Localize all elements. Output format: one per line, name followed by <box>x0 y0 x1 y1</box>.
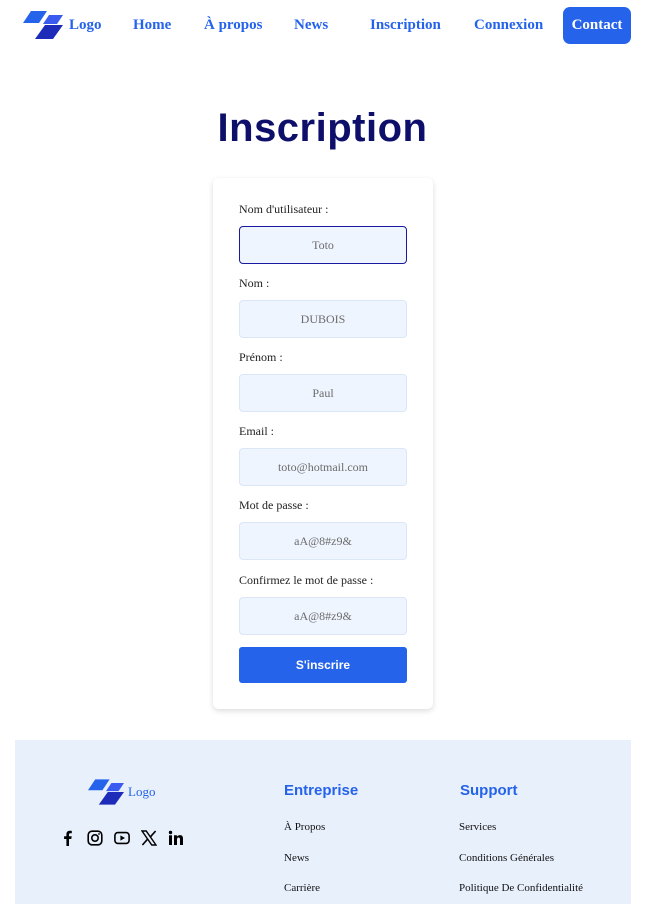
linkedin-icon[interactable] <box>168 830 184 846</box>
contact-button[interactable]: Contact <box>563 7 631 44</box>
password-input[interactable] <box>239 522 407 560</box>
x-icon[interactable] <box>141 830 157 846</box>
footer-link-careers[interactable]: Carrière <box>284 882 320 894</box>
username-label: Nom d'utilisateur : <box>239 202 329 216</box>
email-input[interactable] <box>239 448 407 486</box>
site-header: Logo Home À propos News Inscription Conn… <box>0 0 645 52</box>
footer-link-news[interactable]: News <box>284 852 309 864</box>
confirm-password-input[interactable] <box>239 597 407 635</box>
logo-text: Logo <box>69 16 102 33</box>
footer-link-privacy[interactable]: Politique De Confidentialité <box>459 882 583 894</box>
logo-link[interactable]: Logo <box>23 11 102 39</box>
lastname-input[interactable] <box>239 300 407 338</box>
nav-home[interactable]: Home <box>133 17 171 34</box>
username-input[interactable] <box>239 226 407 264</box>
instagram-icon[interactable] <box>87 830 103 846</box>
site-footer: Logo Entreprise À Propos News Carrière S… <box>15 740 631 904</box>
firstname-label: Prénom : <box>239 350 283 364</box>
nav-signup[interactable]: Inscription <box>370 17 441 34</box>
password-label: Mot de passe : <box>239 498 309 512</box>
footer-link-terms[interactable]: Conditions Générales <box>459 852 554 864</box>
nav-about[interactable]: À propos <box>204 17 263 34</box>
footer-company-title: Entreprise <box>284 782 359 799</box>
confirm-password-label: Confirmez le mot de passe : <box>239 573 374 587</box>
footer-link-about[interactable]: À Propos <box>284 821 325 833</box>
footer-logo-link[interactable]: Logo <box>88 779 155 805</box>
email-label: Email : <box>239 424 274 438</box>
footer-link-services[interactable]: Services <box>459 821 496 833</box>
page-title: Inscription <box>217 106 428 150</box>
lastname-label: Nom : <box>239 276 270 290</box>
facebook-icon[interactable] <box>60 830 76 846</box>
footer-support-title: Support <box>460 782 518 799</box>
social-links <box>60 830 184 846</box>
signup-submit-button[interactable]: S'inscrire <box>239 647 407 683</box>
youtube-icon[interactable] <box>114 830 130 846</box>
nav-login[interactable]: Connexion <box>474 17 543 34</box>
footer-logo-icon <box>88 779 124 805</box>
signup-form: Nom d'utilisateur : Nom : Prénom : Email… <box>213 178 433 709</box>
logo-icon <box>23 11 63 39</box>
nav-news[interactable]: News <box>294 17 328 34</box>
firstname-input[interactable] <box>239 374 407 412</box>
footer-logo-text: Logo <box>128 784 156 799</box>
